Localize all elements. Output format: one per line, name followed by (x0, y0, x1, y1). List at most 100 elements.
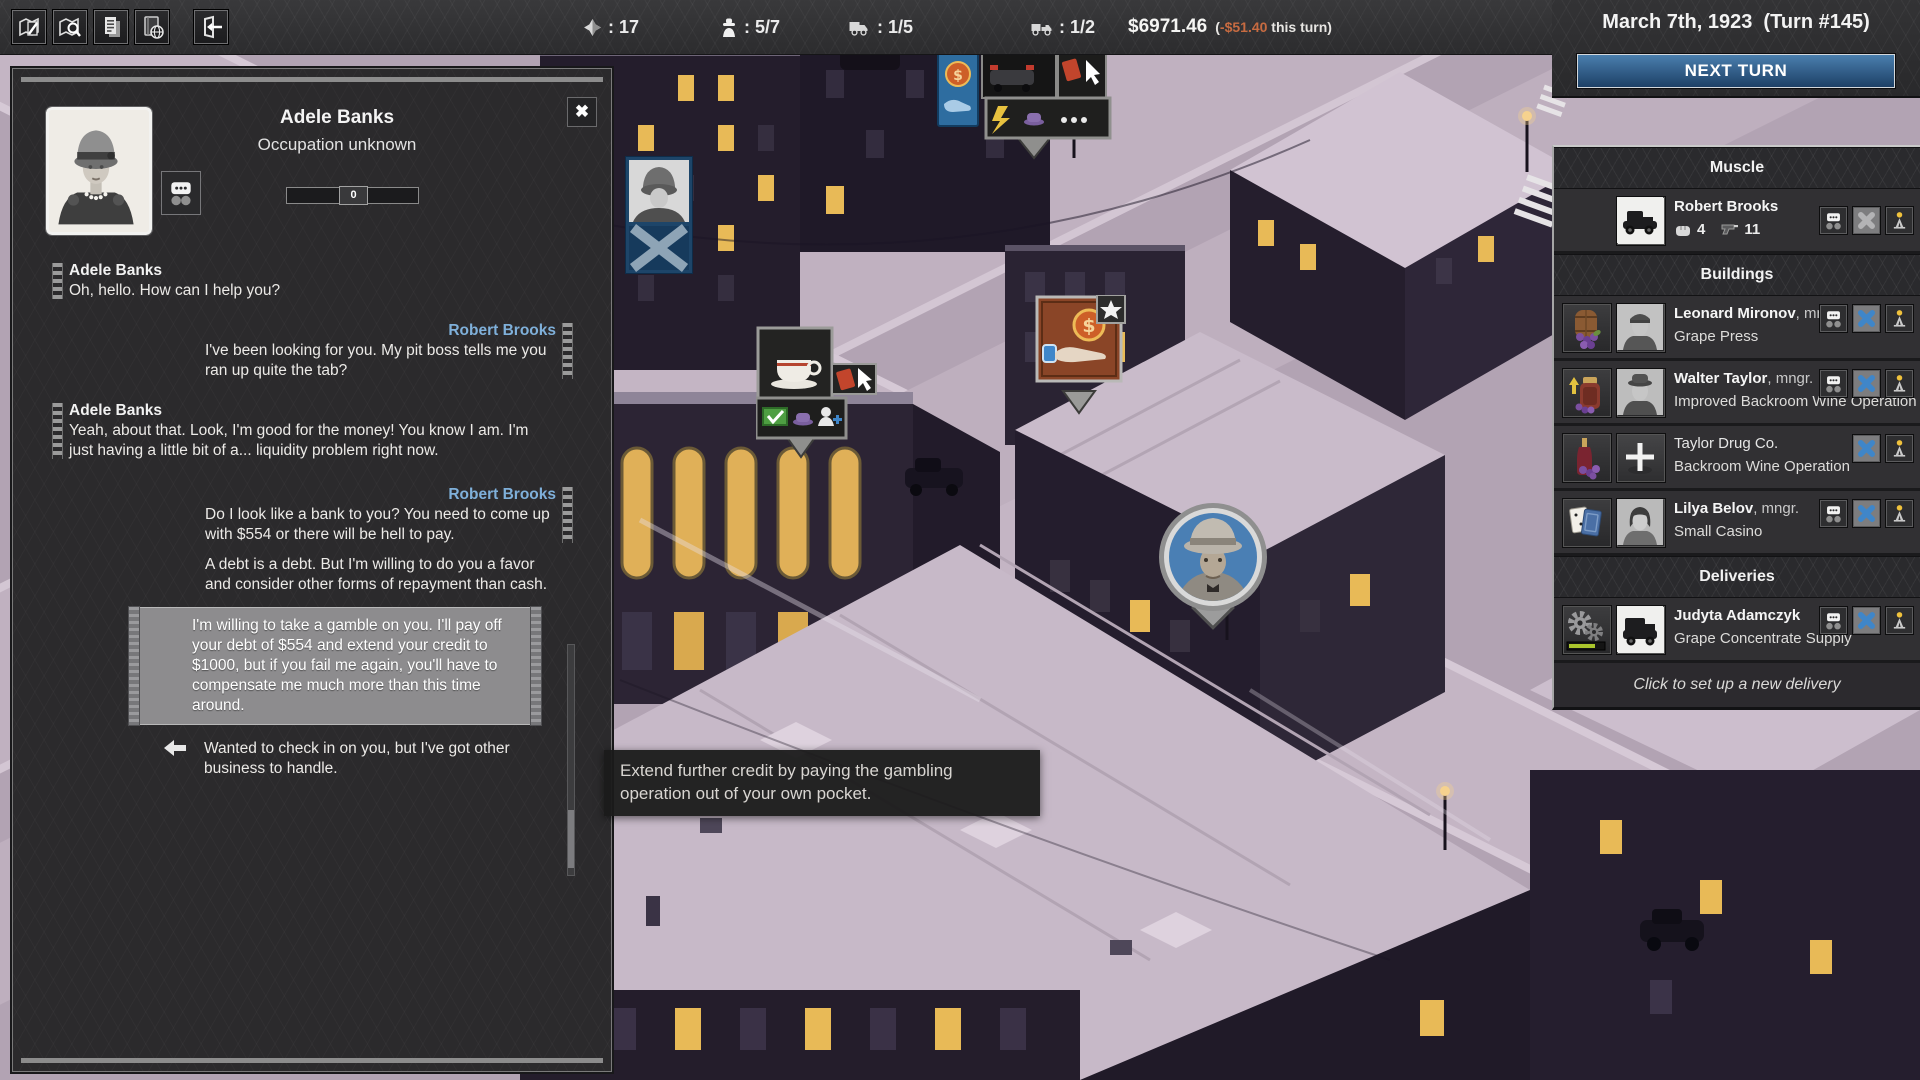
muscle-stats: 4 11 (1674, 221, 1760, 238)
character-portrait-pin-icon (1156, 500, 1270, 640)
no-manager-placeholder (1616, 433, 1666, 483)
dialog-option-extend-credit[interactable]: I'm willing to take a gamble on you. I'l… (130, 607, 540, 725)
building-actions (1819, 369, 1914, 398)
leonard-mironov-portrait (1616, 303, 1666, 353)
playing-cards-icon (1562, 498, 1612, 548)
dialog-scrollbar[interactable] (567, 644, 575, 876)
compass-rose-icon (583, 18, 602, 37)
stat-trucks: : 1/2 (1030, 0, 1095, 54)
building-actions (1852, 434, 1914, 463)
message-speaker: Robert Brooks (205, 485, 556, 505)
locate-on-map-icon[interactable] (1885, 499, 1914, 528)
quote-strip-decoration (52, 403, 63, 459)
map-marker-collection[interactable]: $ (930, 50, 1116, 170)
map-marker-adele-banks[interactable] (625, 156, 693, 274)
quote-strip-decoration (52, 263, 63, 299)
building-manager-name: Leonard Mironov, mngr. (1674, 305, 1842, 322)
building-manager-name: Walter Taylor, mngr. (1674, 370, 1813, 387)
assign-icon[interactable] (1852, 369, 1881, 398)
tooltip: Extend further credit by paying the gamb… (604, 750, 1040, 816)
building-owner-name: Taylor Drug Co. (1674, 435, 1778, 452)
dialog-message: Robert Brooks Do I look like a bank to y… (187, 485, 573, 545)
delivery-row-grape-concentrate[interactable]: Judyta Adamczyk Grape Concentrate Supply (1554, 598, 1920, 663)
back-arrow-icon (164, 739, 186, 757)
relationship-slider[interactable]: 0 (286, 187, 419, 204)
carry-stat: 11 (1721, 221, 1760, 238)
wine-bottle-icon (1562, 433, 1612, 483)
message-text: Do I look like a bank to you? You need t… (205, 506, 550, 543)
talk-icon[interactable] (1819, 304, 1848, 333)
talk-icon[interactable] (1819, 606, 1848, 635)
locate-on-map-icon[interactable] (1885, 606, 1914, 635)
assign-icon[interactable] (1852, 499, 1881, 528)
locate-on-map-icon[interactable] (1885, 304, 1914, 333)
assign-icon[interactable] (1852, 434, 1881, 463)
locate-on-map-icon[interactable] (1885, 369, 1914, 398)
conversation-icon[interactable] (161, 171, 201, 215)
map-marker-robert-brooks[interactable] (1156, 500, 1270, 640)
message-text: I've been looking for you. My pit boss t… (205, 342, 547, 379)
coffee-cup-icon (756, 326, 880, 460)
building-row-small-casino[interactable]: Lilya Belov, mngr. Small Casino (1554, 491, 1920, 556)
conversation-dialog: ✖ Adele (12, 68, 612, 1072)
dialog-option-leave[interactable]: Wanted to check in on you, but I've got … (164, 739, 573, 779)
money-display: $6971.46 (-$51.40 this turn) (1128, 0, 1332, 54)
date-text: March 7th, 1923 (Turn #145) (1552, 11, 1920, 34)
contacts-book-icon (139, 14, 165, 40)
close-button[interactable]: ✖ (567, 97, 597, 127)
collection-banner-icon: $ (930, 50, 1116, 170)
building-name: Backroom Wine Operation (1674, 458, 1850, 475)
option-edge-decoration (530, 606, 542, 726)
map-marker-speakeasy[interactable] (756, 326, 880, 460)
talk-icon[interactable] (1819, 499, 1848, 528)
building-name: Small Casino (1674, 523, 1762, 540)
map-notes-button[interactable] (12, 10, 46, 44)
walter-taylor-portrait (1616, 368, 1666, 418)
ledger-icon (98, 14, 124, 40)
stat-trucks-value: : 1/2 (1059, 17, 1095, 38)
building-name: Grape Press (1674, 328, 1758, 345)
game-window: $ (0, 0, 1920, 1080)
dialog-message: Robert Brooks I've been looking for you.… (187, 321, 573, 381)
dialog-messages: Adele Banks Oh, hello. How can I help yo… (52, 251, 573, 779)
gangster-icon (720, 17, 738, 38)
map-search-button[interactable] (53, 10, 87, 44)
exit-door-icon (198, 14, 224, 40)
map-marker-pay-cash[interactable]: $ (1035, 295, 1127, 417)
locate-on-map-icon[interactable] (1885, 434, 1914, 463)
quote-strip-decoration (562, 487, 573, 543)
building-row-grape-press[interactable]: Leonard Mironov, mngr. Grape Press (1554, 296, 1920, 361)
building-row-backroom-wine-operation[interactable]: Taylor Drug Co. Backroom Wine Operation (1554, 426, 1920, 491)
top-bar: : 17 : 5/7 : 1/5 (0, 0, 1565, 55)
message-speaker: Adele Banks (69, 401, 538, 421)
talk-icon[interactable] (1819, 369, 1848, 398)
overview-panel: Muscle Robert Brooks (1552, 145, 1920, 710)
dialog-scrollbar-thumb[interactable] (568, 810, 574, 868)
option-text: Wanted to check in on you, but I've got … (204, 739, 534, 779)
muscle-row-robert-brooks[interactable]: Robert Brooks 4 11 (1554, 189, 1920, 254)
new-delivery-button[interactable]: Click to set up a new delivery (1554, 663, 1920, 707)
fist-icon (1674, 222, 1692, 238)
dialog-trim-bottom (21, 1058, 603, 1063)
tooltip-text: Extend further credit by paying the gamb… (620, 761, 953, 803)
building-row-improved-wine-operation[interactable]: Walter Taylor, mngr. Improved Backroom W… (1554, 361, 1920, 426)
truck-icon (848, 19, 871, 36)
relationship-slider-thumb[interactable]: 0 (339, 186, 368, 205)
talk-icon[interactable] (1819, 206, 1848, 235)
exit-button[interactable] (194, 10, 228, 44)
next-turn-button[interactable]: NEXT TURN (1577, 54, 1895, 88)
assign-icon[interactable] (1852, 606, 1881, 635)
message-speaker: Adele Banks (69, 261, 538, 281)
assign-icon[interactable] (1852, 304, 1881, 333)
muscle-name: Robert Brooks (1674, 198, 1778, 215)
dialog-subtitle: Occupation unknown (103, 135, 571, 155)
locate-on-map-icon[interactable] (1885, 206, 1914, 235)
contacts-button[interactable] (135, 10, 169, 44)
option-edge-decoration (128, 606, 140, 726)
assign-icon-disabled[interactable] (1852, 206, 1881, 235)
ledger-button[interactable] (94, 10, 128, 44)
svg-text:$: $ (953, 68, 963, 84)
muscle-actions (1819, 206, 1914, 235)
delivery-gears-icon (1562, 605, 1612, 655)
buildings-section-header: Buildings (1554, 254, 1920, 296)
